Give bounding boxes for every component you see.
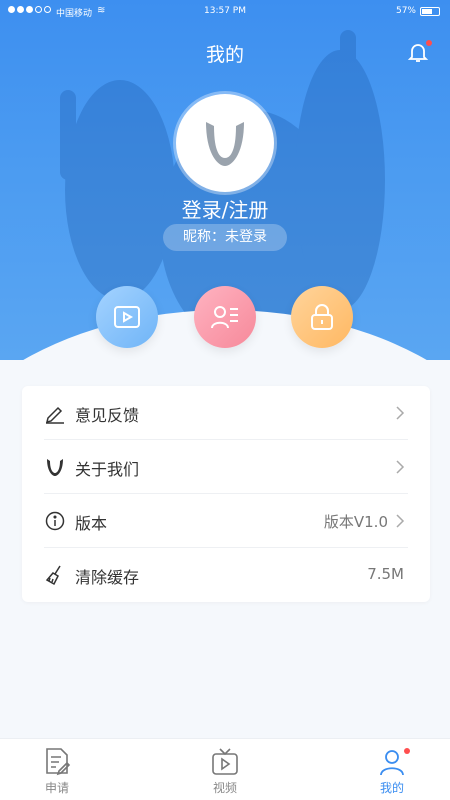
video-icon [114,306,140,328]
chevron-right-icon [396,514,405,528]
battery-percent: 57% [395,6,416,16]
notification-badge [426,40,432,46]
info-icon [45,511,65,531]
menu-label: 版本 [75,514,108,533]
menu-label: 意见反馈 [75,406,140,425]
tab-mine[interactable]: 我的 [362,745,422,797]
status-bar: 中国移动 ≋ 13:57 PM 57% [0,0,450,24]
chevron-right-icon [396,406,405,420]
bottom-tab-bar: 申请 视频 我的 [0,738,450,800]
notification-button[interactable] [406,40,432,64]
tab-video[interactable]: 视频 [195,745,255,797]
login-register-link[interactable]: 登录/注册 [0,194,450,223]
user-icon [380,750,404,776]
quick-action-profile[interactable] [194,286,256,348]
broom-icon [45,565,61,586]
menu-item-version[interactable]: 版本 版本V1.0 [22,494,430,548]
lock-icon [311,304,333,330]
quick-action-video[interactable] [96,286,158,348]
menu-item-clear-cache[interactable]: 清除缓存 7.5M [22,548,430,602]
logo-u-icon [206,122,244,166]
menu-item-about[interactable]: 关于我们 [22,440,430,494]
menu-item-feedback[interactable]: 意见反馈 [22,386,430,440]
page-title: 我的 [205,44,244,66]
version-value: 版本V1.0 [323,513,388,531]
tab-label: 申请 [44,781,69,795]
chevron-right-icon [396,460,405,474]
document-edit-icon [46,748,71,776]
tab-label: 我的 [379,781,404,795]
tab-apply[interactable]: 申请 [27,745,87,797]
quick-action-lock[interactable] [291,286,353,348]
tv-icon [212,748,238,775]
avatar[interactable] [176,94,274,192]
nickname-label: 昵称：未登录 [163,224,287,251]
tab-badge [404,748,410,754]
logo-u-icon [47,459,63,476]
clock: 13:57 PM [204,6,246,16]
battery-icon [420,7,440,16]
pen-icon [45,406,64,424]
menu-label: 关于我们 [75,460,140,479]
cache-size-value: 7.5M [367,565,404,583]
tab-label: 视频 [212,781,237,795]
settings-menu: 意见反馈 关于我们 版本 版本V1.0 清除缓存 7.5M [22,386,430,602]
menu-label: 清除缓存 [75,568,140,587]
id-card-icon [211,306,238,329]
